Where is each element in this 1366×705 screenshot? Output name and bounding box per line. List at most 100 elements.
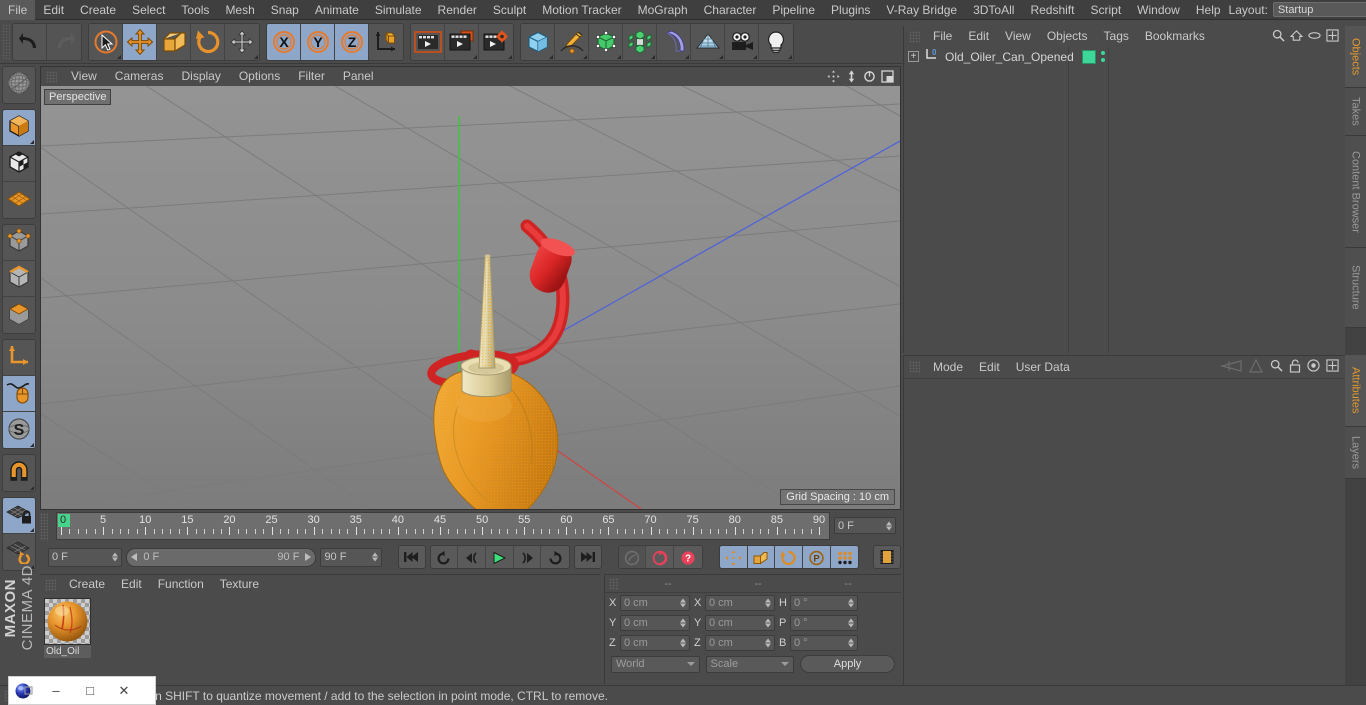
texture-cube-button[interactable] bbox=[3, 146, 35, 182]
size-z-field[interactable]: 0 cm bbox=[705, 635, 775, 651]
menu-item-plugins[interactable]: Plugins bbox=[823, 0, 878, 20]
tab-takes[interactable]: Takes bbox=[1345, 88, 1366, 136]
workplane-lock-button[interactable] bbox=[3, 498, 35, 534]
world-axis-button[interactable] bbox=[369, 23, 403, 60]
menu-item-character[interactable]: Character bbox=[696, 0, 765, 20]
layout-select[interactable]: Startup bbox=[1272, 2, 1366, 17]
home-icon[interactable] bbox=[1289, 29, 1304, 45]
material-tag-icon[interactable] bbox=[1081, 49, 1096, 64]
menu-item-file[interactable]: File bbox=[0, 0, 36, 20]
z-axis-button[interactable]: Z bbox=[335, 23, 369, 60]
snap-s-button[interactable]: S bbox=[3, 412, 35, 448]
timeline-range-slider[interactable]: 0 F 90 F bbox=[126, 547, 317, 567]
scale-button[interactable] bbox=[157, 23, 191, 60]
array-button[interactable] bbox=[623, 23, 657, 60]
floor-button[interactable] bbox=[691, 23, 725, 60]
timeline-ruler[interactable]: 0 5 10 15 20 25 30 35 40 45 50 55 60 65 70 75 80 85 90 bbox=[56, 512, 830, 540]
viewport-grip[interactable] bbox=[46, 70, 57, 83]
flyout-corner-icon[interactable] bbox=[719, 54, 723, 59]
y-axis-button[interactable]: Y bbox=[301, 23, 335, 60]
menu-item-window[interactable]: Window bbox=[1129, 0, 1188, 20]
toolbar-grip[interactable] bbox=[2, 23, 10, 60]
menu-item-file[interactable]: File bbox=[925, 26, 960, 47]
menu-item-redshift[interactable]: Redshift bbox=[1022, 0, 1082, 20]
stepper-icon[interactable] bbox=[765, 598, 771, 608]
flyout-corner-icon[interactable] bbox=[30, 528, 34, 532]
stepper-icon[interactable] bbox=[112, 552, 119, 562]
minimize-button[interactable]: – bbox=[39, 676, 73, 705]
dolly-icon[interactable] bbox=[844, 69, 859, 84]
start-frame-field[interactable]: 0 F bbox=[48, 547, 123, 567]
spline-mouse-button[interactable] bbox=[3, 376, 35, 412]
search-icon[interactable] bbox=[1272, 29, 1285, 45]
material-preview[interactable] bbox=[44, 598, 91, 645]
menu-item-render[interactable]: Render bbox=[430, 0, 485, 20]
stepper-icon[interactable] bbox=[680, 598, 686, 608]
menu-item-mesh[interactable]: Mesh bbox=[217, 0, 262, 20]
menu-item-view[interactable]: View bbox=[62, 67, 106, 86]
tab-objects[interactable]: Objects bbox=[1345, 26, 1366, 88]
position-z-field[interactable]: 0 cm bbox=[620, 635, 690, 651]
next-key-button[interactable] bbox=[541, 546, 570, 568]
render-settings-button[interactable] bbox=[479, 23, 513, 60]
object-row[interactable]: + 0 Old_Oiler_Can_Opened bbox=[904, 47, 1345, 66]
menu-item-objects[interactable]: Objects bbox=[1039, 26, 1096, 47]
go-to-end-button[interactable] bbox=[574, 545, 602, 569]
cube-button[interactable] bbox=[521, 23, 555, 60]
bend-deformer-button[interactable] bbox=[657, 23, 691, 60]
menu-item-create[interactable]: Create bbox=[61, 575, 113, 594]
stepper-icon[interactable] bbox=[886, 521, 892, 530]
rotate-view-icon[interactable] bbox=[862, 69, 877, 84]
menu-item-simulate[interactable]: Simulate bbox=[367, 0, 430, 20]
close-button[interactable]: ✕ bbox=[107, 676, 141, 705]
menu-item-edit[interactable]: Edit bbox=[971, 356, 1008, 378]
coordinate-mode-select[interactable]: Scale bbox=[705, 655, 795, 673]
maximize-view-icon[interactable] bbox=[880, 69, 895, 84]
flyout-corner-icon[interactable] bbox=[617, 54, 621, 59]
menu-item-3dtoall[interactable]: 3DToAll bbox=[965, 0, 1022, 20]
menu-item-edit[interactable]: Edit bbox=[35, 0, 72, 20]
menu-item-select[interactable]: Select bbox=[124, 0, 173, 20]
polygons-button[interactable] bbox=[3, 297, 35, 333]
model-cube-button[interactable] bbox=[3, 110, 35, 146]
coordinates-grip[interactable] bbox=[609, 577, 619, 590]
pen-spline-button[interactable] bbox=[555, 23, 589, 60]
maximize-button[interactable]: □ bbox=[73, 676, 107, 705]
step-forward-button[interactable] bbox=[513, 546, 542, 568]
expand-toggle-icon[interactable]: + bbox=[908, 51, 919, 62]
overlay-window[interactable]: – □ ✕ bbox=[8, 676, 156, 705]
stepper-icon[interactable] bbox=[848, 638, 854, 648]
ellipse-icon[interactable] bbox=[1308, 29, 1321, 45]
workplane-button[interactable] bbox=[3, 182, 35, 218]
search-icon[interactable] bbox=[1270, 359, 1283, 375]
size-x-field[interactable]: 0 cm bbox=[705, 595, 775, 611]
current-frame-field[interactable]: 0 F bbox=[834, 517, 896, 534]
timeline-grip[interactable] bbox=[40, 513, 48, 541]
flyout-corner-icon[interactable] bbox=[30, 443, 34, 447]
position-x-field[interactable]: 0 cm bbox=[620, 595, 690, 611]
redo-button[interactable] bbox=[47, 23, 81, 60]
edges-button[interactable] bbox=[3, 261, 35, 297]
menu-item-animate[interactable]: Animate bbox=[307, 0, 367, 20]
menu-item-tools[interactable]: Tools bbox=[173, 0, 217, 20]
menu-item-script[interactable]: Script bbox=[1082, 0, 1129, 20]
apply-button[interactable]: Apply bbox=[800, 655, 895, 673]
keyframe-select-button[interactable]: ? bbox=[674, 546, 702, 568]
autokey-button[interactable] bbox=[646, 546, 675, 568]
menu-item-sculpt[interactable]: Sculpt bbox=[485, 0, 534, 20]
material-list[interactable]: Old_Oil bbox=[40, 594, 600, 684]
menu-item-mograph[interactable]: MoGraph bbox=[630, 0, 696, 20]
expand-panel-icon[interactable] bbox=[1326, 28, 1339, 45]
stepper-icon[interactable] bbox=[848, 598, 854, 608]
tag-dots-icon[interactable] bbox=[1100, 51, 1105, 62]
tab-content-browser[interactable]: Content Browser bbox=[1345, 136, 1366, 248]
step-back-button[interactable] bbox=[458, 546, 486, 568]
light-bulb-button[interactable] bbox=[759, 23, 793, 60]
x-axis-button[interactable]: X bbox=[267, 23, 301, 60]
menu-item-function[interactable]: Function bbox=[150, 575, 212, 594]
menu-item-v-ray-bridge[interactable]: V-Ray Bridge bbox=[878, 0, 965, 20]
rotation-p-field[interactable]: 0 ° bbox=[790, 615, 858, 631]
key-pla-button[interactable] bbox=[830, 546, 859, 568]
timeline-button[interactable] bbox=[873, 545, 902, 569]
menu-item-options[interactable]: Options bbox=[230, 67, 289, 86]
